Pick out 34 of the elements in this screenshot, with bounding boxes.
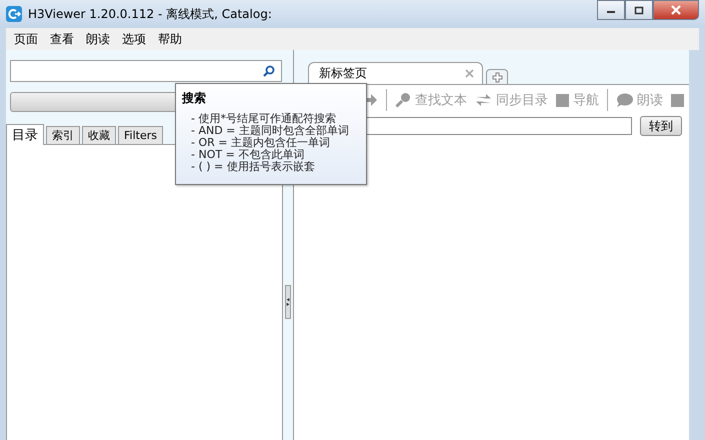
panel-tab[interactable]: Filters [118, 126, 163, 144]
minimize-button[interactable] [597, 0, 625, 20]
tooltip-line: - 使用*号结尾可作通配符搜索 [190, 113, 337, 125]
forward-arrow-icon [364, 93, 378, 107]
panel-tab[interactable]: 索引 [46, 126, 80, 144]
key-icon [395, 92, 411, 108]
window-title: H3Viewer 1.20.0.112 - 离线模式, Catalog: [28, 6, 272, 22]
search-icon [263, 65, 275, 77]
square-icon [671, 94, 684, 106]
tooltip-line: - AND = 主题同时包含全部单词 [190, 125, 350, 137]
sync-arrows-icon [475, 93, 492, 107]
menu-item[interactable]: 朗读 [80, 30, 116, 48]
menu-item[interactable]: 选项 [116, 30, 152, 48]
menu-item[interactable]: 页面 [8, 30, 44, 48]
close-button[interactable] [653, 0, 699, 20]
square-icon [556, 94, 569, 106]
tooltip-title: 搜索 [182, 90, 207, 107]
tooltip-line: - ( ) = 使用括号表示嵌套 [190, 161, 316, 173]
tooltip-line: - NOT = 不包含此单词 [190, 149, 306, 161]
new-tab-button[interactable] [486, 69, 508, 84]
search-field[interactable] [10, 60, 282, 82]
document-tab[interactable]: 新标签页 [308, 62, 483, 84]
panel-tab[interactable]: 收藏 [82, 126, 116, 144]
maximize-icon [634, 6, 644, 14]
close-icon [670, 5, 682, 15]
tooltip-line: - OR = 主题内包含任一单词 [190, 137, 331, 149]
speech-bubble-icon [616, 92, 633, 108]
app-icon [6, 6, 22, 22]
menu-item[interactable]: 查看 [44, 30, 80, 48]
maximize-button[interactable] [625, 0, 653, 20]
panel-tab[interactable]: 目录 [6, 124, 44, 145]
plus-icon [492, 72, 502, 82]
menu-item[interactable]: 帮助 [152, 30, 188, 48]
goto-button[interactable]: 转到 [640, 116, 682, 136]
